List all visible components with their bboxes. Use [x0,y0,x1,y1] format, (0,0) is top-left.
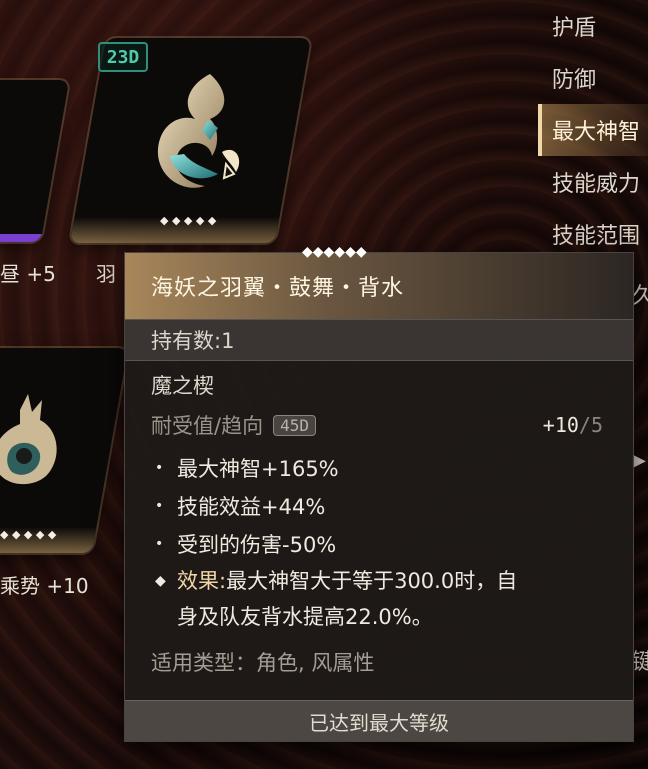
effect-block: ◆ 效果:最大神智大于等于300.0时，自 身及队友背水提高22.0%。 [125,563,633,635]
endurance-max: /5 [578,413,603,437]
rank-dots: ◆ ◆ ◆ ◆ ◆ [160,214,217,227]
effect-line-2: 身及队友背水提高22.0%。 [177,605,433,629]
diamond-icon: ◆ [155,573,166,589]
bullet-icon: • [155,460,164,476]
stat-line: • 最大神智+165% [125,449,633,487]
endurance-label: 耐受值/趋向 [151,414,264,438]
filter-defense[interactable]: 防御 [538,52,648,104]
mod-type-name: 魔之楔 [151,374,214,398]
play-arrow-icon[interactable]: ▶ [632,450,646,471]
mod-label-fragment: 羽 [96,262,116,286]
polarity-badge: 45D [273,414,316,436]
max-level-status: 已达到最大等级 [125,700,633,741]
siren-wing-emblem-icon [157,74,240,188]
endurance-value: +10/5 [543,413,603,437]
stat-line: • 技能效益+44% [125,487,633,525]
filter-max-sanity[interactable]: 最大神智 [538,104,648,156]
rarity-bar [0,234,43,242]
stat-text: 受到的伤害-50% [177,533,337,557]
stat-line: • 受到的伤害-50% [125,525,633,563]
mod-label-left-bottom: 乘势 +10 [0,574,89,598]
effect-line-1: 最大神智大于等于300.0时，自 [226,569,518,593]
tooltip-title: 海妖之羽翼・鼓舞・背水 [125,253,633,319]
endurance-row: 耐受值/趋向 45D +10/5 [125,407,633,443]
endurance-current: +10 [542,413,579,437]
right-fragment-text: 久 [632,284,648,309]
stat-filter-list: 护盾 防御 最大神智 技能威力 技能范围 [538,0,648,260]
applicable-types: 适用类型：角色, 风属性 [151,651,375,675]
stat-text: 最大神智+165% [177,457,339,481]
filter-skill-power[interactable]: 技能威力 [538,156,648,208]
mod-label-left-top: 昼 +5 [0,262,56,286]
filter-shield[interactable]: 护盾 [538,0,648,52]
rank-dots: ◆ ◆ ◆ ◆ ◆ [0,528,57,541]
bullet-icon: • [155,498,164,514]
hold-count: 持有数:1 [125,319,633,361]
tooltip-rank-diamonds: ◆◆◆◆◆◆ [302,244,367,260]
mod-tooltip: 海妖之羽翼・鼓舞・背水 持有数:1 魔之楔 耐受值/趋向 45D +10/5 •… [124,252,634,742]
stat-text: 技能效益+44% [177,495,326,519]
mod-emblem-icon [0,394,57,484]
right-fragment-key: 键 [632,650,648,675]
effect-label: 效果: [177,569,227,593]
bullet-icon: • [155,536,164,552]
